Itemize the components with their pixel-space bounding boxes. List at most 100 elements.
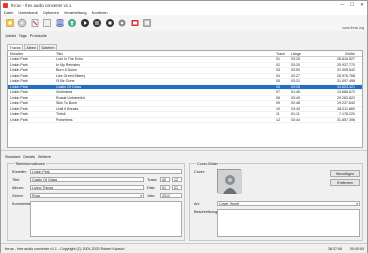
track-table: Künstler Titel Track Länge Größe Linkin …: [7, 50, 363, 148]
cell-length: 03:43: [291, 106, 300, 111]
cover-type-dropdown[interactable]: Cover (front): [217, 201, 360, 206]
encode-button[interactable]: [79, 18, 90, 29]
artist-label: Künstler:: [12, 170, 27, 174]
title-label: Titel:: [12, 178, 21, 182]
cell-length: 03:44: [291, 117, 300, 122]
tab-protokolle[interactable]: Protokolle: [30, 34, 47, 38]
cell-title: Burn It Down: [56, 68, 77, 73]
column-artist[interactable]: Künstler: [8, 52, 56, 56]
cell-length: 02:48: [291, 101, 300, 106]
artist-field[interactable]: Linkin Park: [30, 169, 182, 174]
menu-verarbeitung[interactable]: Verarbeitung: [64, 10, 87, 15]
cell-track: 10: [276, 106, 280, 111]
encoder-settings-icon: [131, 20, 138, 26]
cell-length: 03:50: [291, 68, 300, 73]
genre-label: Genre:: [12, 194, 24, 198]
genre-dropdown[interactable]: Rock: [30, 193, 144, 198]
cell-artist: Linkin Park: [10, 68, 28, 73]
cddb-button[interactable]: [54, 18, 65, 29]
cell-size: 28.011.660: [337, 106, 355, 111]
cover-image[interactable]: [217, 169, 242, 194]
column-length[interactable]: Länge: [291, 52, 321, 56]
cell-title: Tinfoil: [56, 112, 66, 117]
cell-artist: Linkin Park: [10, 57, 28, 62]
cell-length: 03:20: [291, 62, 300, 67]
cover-label: Cover:: [194, 170, 206, 174]
column-title[interactable]: Titel: [56, 52, 276, 56]
cell-size: 31.095.542: [337, 68, 355, 73]
encoder-settings-button[interactable]: [129, 18, 140, 29]
tab-joblist[interactable]: Joblist: [5, 34, 16, 38]
cell-artist: Linkin Park: [10, 79, 28, 84]
cell-artist: Linkin Park: [10, 106, 28, 111]
menu-datei[interactable]: Datei: [4, 10, 13, 15]
disc-total-field[interactable]: 01: [172, 185, 182, 190]
title-bar: fre:ac - free audio converter v1.1 — ☐ ✕: [1, 1, 367, 9]
cell-length: 03:25: [291, 84, 300, 89]
stop-button[interactable]: [104, 18, 115, 29]
add-cd-button[interactable]: [17, 18, 28, 29]
cell-track: 05: [276, 79, 280, 84]
clear-icon: [43, 19, 51, 27]
cell-title: Roads Untraveled: [56, 95, 85, 100]
album-field[interactable]: Living Things: [30, 185, 144, 190]
cell-size: 25.976.768: [337, 73, 355, 78]
type-label: Art:: [194, 202, 200, 206]
year-label: Jahr:: [147, 194, 156, 198]
splitter[interactable]: [1, 150, 367, 151]
column-track[interactable]: Track: [276, 52, 291, 56]
title-info-legend: Titelinformationen: [14, 162, 47, 166]
cddb-submit-button[interactable]: [67, 18, 78, 29]
track-field[interactable]: 06: [160, 177, 170, 182]
tab-tags[interactable]: Tags: [19, 34, 27, 38]
add-cover-button[interactable]: Hinzufügen: [330, 170, 360, 177]
comment-field[interactable]: [30, 201, 182, 237]
cell-artist: Linkin Park: [10, 101, 28, 106]
cover-legend: Cover-Bilder: [196, 162, 220, 166]
maximize-button[interactable]: ☐: [347, 1, 357, 9]
tab-details[interactable]: Details: [23, 155, 35, 159]
cell-size: 28.816.527: [337, 57, 355, 62]
remove-button[interactable]: [29, 18, 40, 29]
title-field[interactable]: Castle Of Glass: [30, 177, 144, 182]
disc-label: Disk:: [147, 186, 156, 190]
close-button[interactable]: ✕: [357, 1, 367, 9]
album-label: Album:: [12, 186, 24, 190]
cell-size: 29.263.822: [337, 95, 355, 100]
tab-weitere[interactable]: Weitere: [38, 155, 51, 159]
cell-title: Castle Of Glass: [56, 84, 82, 89]
menu-kodieren[interactable]: Kodieren: [92, 10, 108, 15]
column-size[interactable]: Größe: [321, 52, 361, 56]
play-icon: [80, 19, 89, 27]
website-link[interactable]: www.freac.org: [343, 26, 364, 30]
gear-icon: [118, 19, 126, 27]
overlay-button[interactable]: [142, 18, 153, 29]
menu-datenbank[interactable]: Datenbank: [18, 10, 37, 15]
pause-button[interactable]: [92, 18, 103, 29]
cell-track: 09: [276, 101, 280, 106]
clear-button[interactable]: [42, 18, 53, 29]
cell-size: 34.523.421: [337, 84, 355, 89]
remove-cover-button[interactable]: Entfernen: [330, 179, 360, 186]
remove-icon: [31, 19, 38, 27]
stop-icon: [105, 19, 114, 27]
track-label: Track:: [147, 178, 158, 182]
year-field[interactable]: 2012: [160, 193, 182, 198]
table-row[interactable]: Linkin Park Powerless 12 03:44 31.857.396: [8, 117, 362, 123]
cell-track: 04: [276, 73, 280, 78]
settings-button[interactable]: [117, 18, 128, 29]
cell-length: 01:11: [291, 112, 300, 117]
minimize-button[interactable]: —: [337, 1, 347, 9]
disc-field[interactable]: 01: [160, 185, 170, 190]
track-total-field[interactable]: 12: [172, 177, 182, 182]
cell-title: Victimized: [56, 90, 73, 95]
cell-size: 19.237.840: [337, 101, 355, 106]
tag-editor-tabs: Standard Details Weitere: [5, 155, 54, 159]
add-files-button[interactable]: [4, 18, 15, 29]
album-cover-art: [218, 170, 242, 194]
description-field[interactable]: [217, 209, 360, 237]
cell-length: 03:31: [291, 79, 300, 84]
menu-optionen[interactable]: Optionen: [43, 10, 59, 15]
tab-standard[interactable]: Standard: [5, 155, 20, 159]
cell-artist: Linkin Park: [10, 112, 28, 117]
